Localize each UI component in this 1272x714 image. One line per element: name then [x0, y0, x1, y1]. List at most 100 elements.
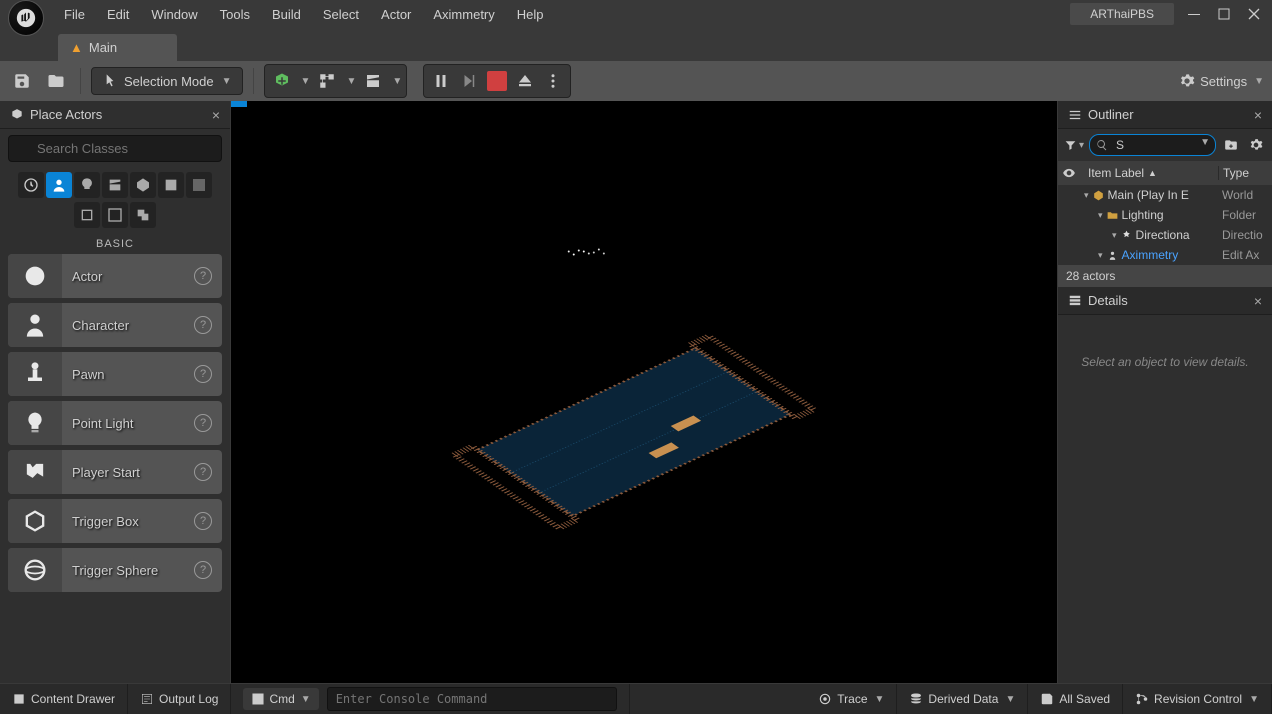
help-icon[interactable]: ?: [194, 463, 212, 481]
close-button[interactable]: [1244, 4, 1264, 24]
add-folder-button[interactable]: [1221, 135, 1241, 155]
console-area: Cmd▼: [231, 684, 629, 714]
item-label-column[interactable]: Item Label ▲: [1080, 166, 1218, 180]
eject-button[interactable]: [512, 68, 538, 94]
menu-window[interactable]: Window: [151, 7, 197, 22]
outliner-settings-button[interactable]: [1246, 135, 1266, 155]
filter-recent[interactable]: [18, 172, 44, 198]
outliner-row[interactable]: ▾LightingFolder: [1058, 205, 1272, 225]
chevron-down-icon: ▼: [1254, 76, 1264, 87]
add-content-button[interactable]: [269, 68, 295, 94]
filter-lights[interactable]: [74, 172, 100, 198]
close-icon[interactable]: ×: [1254, 107, 1262, 123]
filter-all-b[interactable]: [102, 202, 128, 228]
derived-data-button[interactable]: Derived Data▼: [897, 684, 1028, 714]
actor-icon: [8, 450, 62, 494]
help-icon[interactable]: ?: [194, 267, 212, 285]
minimize-button[interactable]: [1184, 4, 1204, 24]
actor-icon: [8, 303, 62, 347]
level-icon: ▲: [70, 40, 83, 55]
actor-label: Pawn: [62, 367, 105, 382]
menu-aximmetry[interactable]: Aximmetry: [433, 7, 494, 22]
trace-button[interactable]: Trace▼: [806, 684, 897, 714]
actor-item-player-start[interactable]: Player Start?: [8, 450, 222, 494]
filter-cinematic[interactable]: [102, 172, 128, 198]
actor-icon: [8, 548, 62, 592]
revision-control-button[interactable]: Revision Control▼: [1123, 684, 1272, 714]
filter-volumes[interactable]: [186, 172, 212, 198]
console-input[interactable]: [327, 687, 617, 711]
details-title: Details: [1088, 293, 1128, 308]
place-actors-title: Place Actors: [30, 107, 102, 122]
filter-basic[interactable]: [46, 172, 72, 198]
help-icon[interactable]: ?: [194, 561, 212, 579]
actor-label: Actor: [62, 269, 102, 284]
settings-button[interactable]: Settings ▼: [1179, 73, 1264, 89]
menu-help[interactable]: Help: [517, 7, 544, 22]
actor-icon: [8, 254, 62, 298]
play-options-button[interactable]: [540, 68, 566, 94]
filter-all-c[interactable]: [130, 202, 156, 228]
outliner-header[interactable]: Outliner ×: [1058, 101, 1272, 129]
actor-icon: [8, 499, 62, 543]
filter-all-a[interactable]: [74, 202, 100, 228]
viewport-3d[interactable]: [231, 101, 1057, 683]
mode-label: Selection Mode: [124, 74, 214, 89]
menu-select[interactable]: Select: [323, 7, 359, 22]
save-status-button[interactable]: All Saved: [1028, 684, 1123, 714]
blueprint-button[interactable]: [314, 68, 340, 94]
close-icon[interactable]: ×: [212, 107, 220, 123]
help-icon[interactable]: ?: [194, 512, 212, 530]
tab-label: Main: [89, 40, 117, 55]
browse-button[interactable]: [42, 67, 70, 95]
pause-button[interactable]: [428, 68, 454, 94]
menu-tools[interactable]: Tools: [220, 7, 250, 22]
actor-item-trigger-box[interactable]: Trigger Box?: [8, 499, 222, 543]
search-classes-input[interactable]: [8, 135, 222, 162]
project-name[interactable]: ARThaiPBS: [1070, 3, 1174, 25]
help-icon[interactable]: ?: [194, 316, 212, 334]
actor-label: Trigger Sphere: [62, 563, 158, 578]
help-icon[interactable]: ?: [194, 365, 212, 383]
step-button[interactable]: [456, 68, 482, 94]
stop-button[interactable]: [484, 68, 510, 94]
place-actors-header[interactable]: Place Actors ×: [0, 101, 230, 129]
cinematics-button[interactable]: [360, 68, 386, 94]
outliner-row[interactable]: ▾AximmetryEdit Ax: [1058, 245, 1272, 265]
output-log-button[interactable]: Output Log: [128, 684, 231, 714]
details-empty-text: Select an object to view details.: [1081, 355, 1248, 369]
menu-edit[interactable]: Edit: [107, 7, 129, 22]
actor-label: Trigger Box: [62, 514, 139, 529]
save-button[interactable]: [8, 67, 36, 95]
help-icon[interactable]: ?: [194, 414, 212, 432]
outliner-search-input[interactable]: ▼: [1089, 134, 1216, 156]
actor-icon: [8, 352, 62, 396]
unreal-logo[interactable]: [8, 0, 44, 36]
tab-main[interactable]: ▲ Main: [58, 34, 177, 61]
cmd-selector[interactable]: Cmd▼: [243, 688, 318, 710]
close-icon[interactable]: ×: [1254, 293, 1262, 309]
details-header[interactable]: Details ×: [1058, 287, 1272, 315]
actor-label: Player Start: [62, 465, 140, 480]
filter-visual[interactable]: [158, 172, 184, 198]
type-column[interactable]: Type: [1218, 166, 1272, 180]
actor-item-pawn[interactable]: Pawn?: [8, 352, 222, 396]
actor-label: Point Light: [62, 416, 133, 431]
actor-item-actor[interactable]: Actor?: [8, 254, 222, 298]
menu-actor[interactable]: Actor: [381, 7, 411, 22]
selection-mode-button[interactable]: Selection Mode ▼: [91, 67, 243, 95]
menu-build[interactable]: Build: [272, 7, 301, 22]
visibility-column[interactable]: [1058, 166, 1080, 180]
actor-icon: [8, 401, 62, 445]
maximize-button[interactable]: [1214, 4, 1234, 24]
menu-file[interactable]: File: [64, 7, 85, 22]
outliner-filter-button[interactable]: ▾: [1064, 135, 1084, 155]
filter-shapes[interactable]: [130, 172, 156, 198]
outliner-row[interactable]: ▾DirectionaDirectio: [1058, 225, 1272, 245]
outliner-row[interactable]: ▾Main (Play In EWorld: [1058, 185, 1272, 205]
actor-item-point-light[interactable]: Point Light?: [8, 401, 222, 445]
actor-item-character[interactable]: Character?: [8, 303, 222, 347]
actor-label: Character: [62, 318, 129, 333]
content-drawer-button[interactable]: Content Drawer: [0, 684, 128, 714]
actor-item-trigger-sphere[interactable]: Trigger Sphere?: [8, 548, 222, 592]
